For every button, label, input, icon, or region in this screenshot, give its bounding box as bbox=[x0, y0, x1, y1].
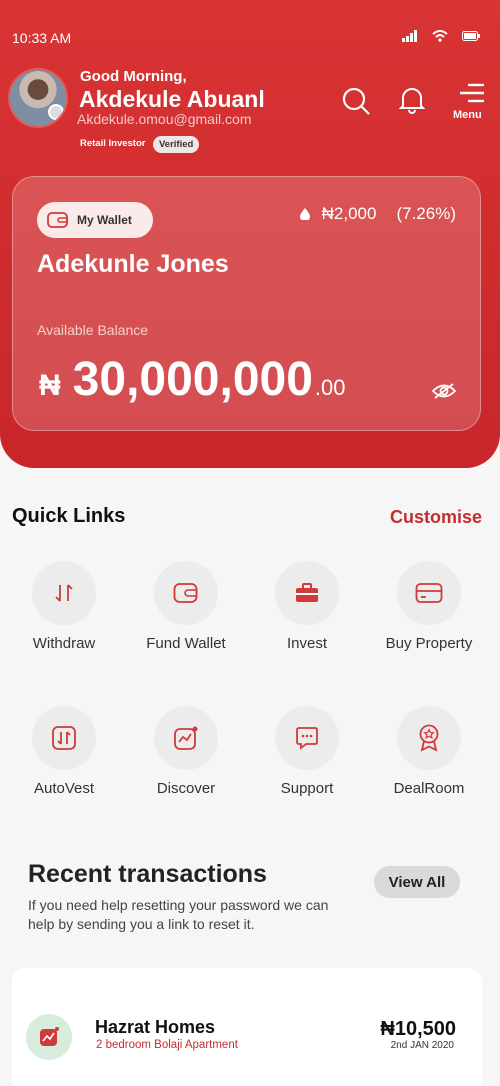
quick-link-support[interactable]: Support bbox=[247, 706, 367, 797]
eye-slash-icon[interactable] bbox=[432, 382, 456, 400]
discover-icon-circle bbox=[154, 706, 218, 770]
quick-link-label: AutoVest bbox=[33, 780, 95, 797]
menu-label[interactable]: Menu bbox=[453, 109, 482, 121]
verified-badge-icon bbox=[48, 104, 64, 120]
discover-chart-icon bbox=[174, 726, 198, 750]
transaction-description: 2 bedroom Bolaji Apartment bbox=[96, 1039, 238, 1051]
balance-decimal: .00 bbox=[314, 375, 346, 400]
drop-up-icon bbox=[299, 208, 310, 220]
wifi-icon bbox=[432, 30, 448, 42]
support-icon-circle bbox=[275, 706, 339, 770]
menu-icon[interactable] bbox=[458, 82, 486, 104]
my-wallet-button[interactable]: My Wallet bbox=[37, 202, 153, 238]
header-background: 10:33 AM Good Morning, Akdekule Abuanl A… bbox=[0, 0, 500, 468]
available-balance-label: Available Balance bbox=[37, 322, 149, 338]
user-email: Akdekule.omou@gmail.com bbox=[77, 111, 252, 127]
balance-change: ₦2,000 (7.26%) bbox=[299, 204, 456, 224]
account-holder-name: Adekunle Jones bbox=[37, 250, 229, 278]
quick-link-invest[interactable]: Invest bbox=[247, 561, 367, 652]
bell-icon[interactable] bbox=[399, 86, 425, 114]
transaction-icon-circle bbox=[26, 1014, 72, 1060]
verified-label: Verified bbox=[153, 136, 200, 153]
status-time: 10:33 AM bbox=[12, 30, 72, 46]
quick-link-fund-wallet[interactable]: Fund Wallet bbox=[126, 561, 246, 652]
search-icon[interactable] bbox=[341, 86, 371, 116]
fund-wallet-icon-circle bbox=[154, 561, 218, 625]
transaction-date: 2nd JAN 2020 bbox=[390, 1040, 454, 1051]
quick-link-label: Support bbox=[280, 780, 334, 797]
quick-link-withdraw[interactable]: Withdraw bbox=[4, 561, 124, 652]
invest-icon-circle bbox=[275, 561, 339, 625]
quick-link-buy-property[interactable]: Buy Property bbox=[369, 561, 489, 652]
wallet-icon bbox=[173, 583, 198, 603]
buy-property-icon-circle bbox=[397, 561, 461, 625]
my-wallet-label: My Wallet bbox=[77, 213, 132, 227]
change-amount: ₦2,000 bbox=[321, 204, 377, 223]
signal-icon bbox=[402, 30, 417, 42]
quick-link-label: Discover bbox=[156, 780, 216, 797]
discover-chart-icon bbox=[40, 1027, 59, 1046]
quick-link-label: Fund Wallet bbox=[146, 635, 226, 652]
customise-link[interactable]: Customise bbox=[390, 507, 482, 528]
quick-link-autovest[interactable]: AutoVest bbox=[4, 706, 124, 797]
autovest-icon-circle bbox=[32, 706, 96, 770]
wallet-icon bbox=[47, 212, 68, 228]
dealroom-icon-circle bbox=[397, 706, 461, 770]
quick-link-dealroom[interactable]: DealRoom bbox=[369, 706, 489, 797]
transaction-item[interactable]: Hazrat Homes 2 bedroom Bolaji Apartment … bbox=[12, 968, 482, 1086]
quick-link-label: Withdraw bbox=[32, 635, 96, 652]
balance-amount: ₦ 30,000,000 .00 bbox=[39, 352, 346, 407]
transaction-amount: ₦10,500 bbox=[380, 1018, 456, 1040]
balance-value: 30,000,000 bbox=[72, 353, 313, 406]
change-percent: (7.26%) bbox=[396, 204, 456, 223]
award-badge-icon bbox=[419, 724, 439, 752]
recent-transactions-subtitle: If you need help resetting your password… bbox=[28, 897, 329, 932]
briefcase-icon bbox=[296, 583, 318, 602]
card-icon bbox=[415, 583, 443, 603]
avatar[interactable] bbox=[8, 68, 68, 128]
wallet-card: My Wallet ₦2,000 (7.26%) Adekunle Jones … bbox=[12, 176, 481, 431]
quick-links-title: Quick Links bbox=[12, 505, 126, 527]
greeting: Good Morning, bbox=[80, 68, 187, 85]
quick-link-discover[interactable]: Discover bbox=[126, 706, 246, 797]
currency-symbol: ₦ bbox=[39, 369, 61, 402]
transfer-arrows-icon bbox=[55, 584, 73, 602]
user-role: Retail Investor bbox=[80, 138, 146, 149]
battery-icon bbox=[462, 31, 480, 41]
quick-link-label: Invest bbox=[286, 635, 328, 652]
status-icons bbox=[402, 30, 480, 42]
transaction-name: Hazrat Homes bbox=[95, 1017, 216, 1037]
quick-link-label: DealRoom bbox=[393, 780, 465, 797]
withdraw-icon-circle bbox=[32, 561, 96, 625]
autovest-icon bbox=[52, 726, 76, 750]
recent-transactions-title: Recent transactions bbox=[28, 860, 267, 888]
user-name: Akdekule Abuanl bbox=[79, 86, 265, 112]
chat-support-icon bbox=[296, 727, 318, 750]
quick-link-label: Buy Property bbox=[385, 635, 473, 652]
view-all-button[interactable]: View All bbox=[374, 866, 460, 898]
